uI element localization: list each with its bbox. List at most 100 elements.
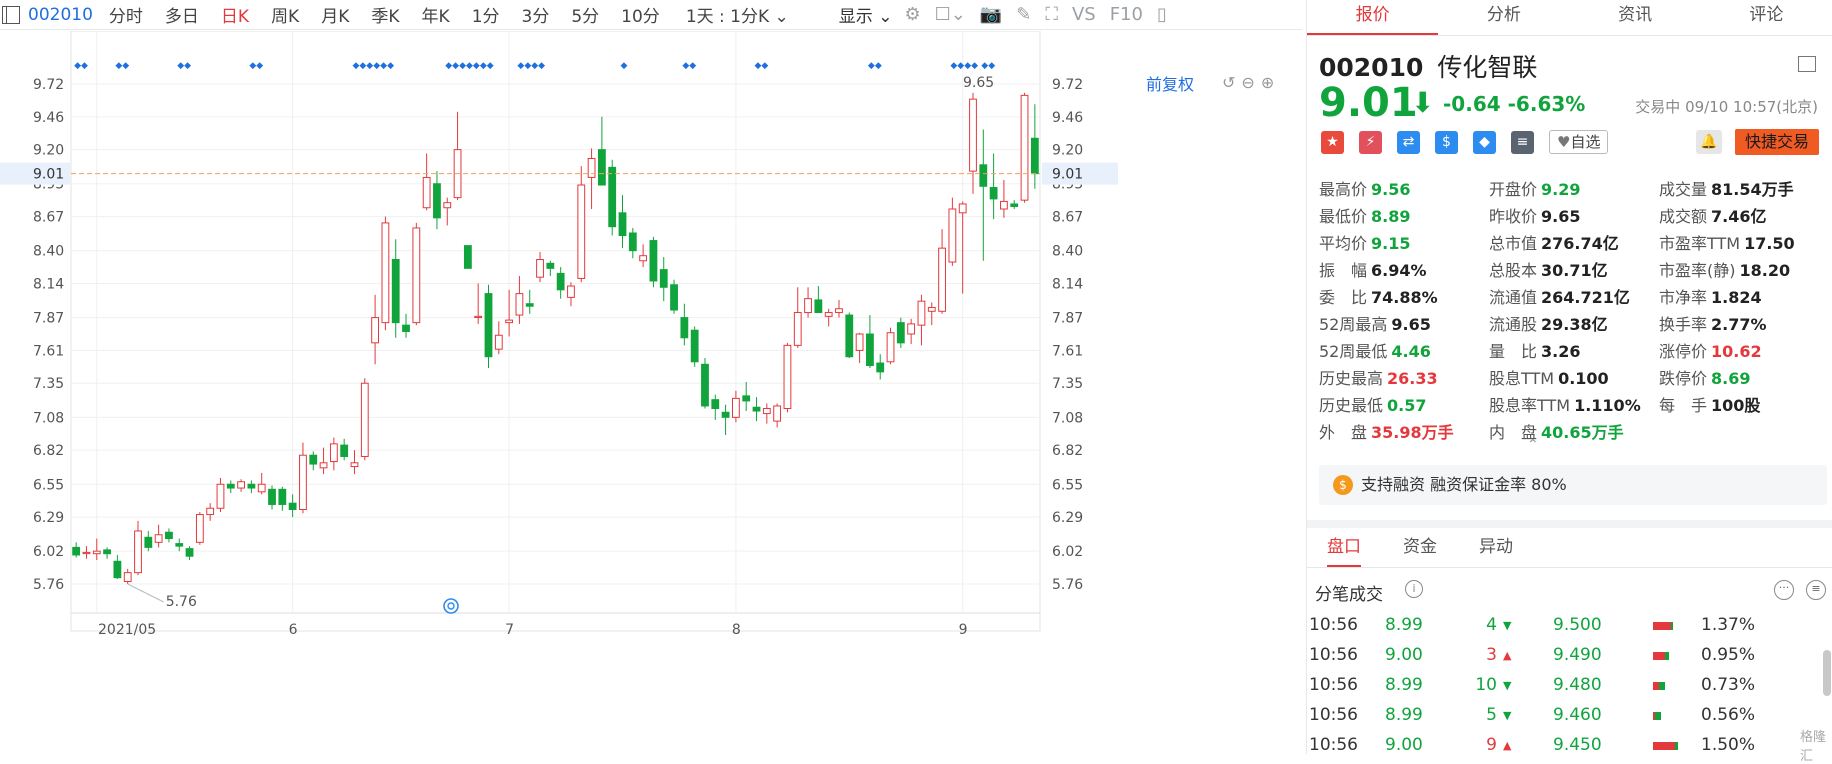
adjust-select-button[interactable]: 前复权 — [1146, 71, 1194, 95]
candle-body[interactable] — [649, 240, 658, 282]
candle-body[interactable] — [969, 98, 977, 172]
tab-10[interactable]: 10分 — [621, 2, 660, 27]
candle-body[interactable] — [278, 488, 287, 505]
sidebar-toggle-icon[interactable] — [2, 5, 20, 24]
candle-body[interactable] — [175, 543, 184, 547]
candle-body[interactable] — [804, 298, 812, 314]
reset-icon[interactable]: ↺ — [1222, 73, 1241, 92]
bottom-tab-1[interactable]: 资金 — [1403, 528, 1437, 567]
candle-body[interactable] — [257, 483, 266, 493]
candle-body[interactable] — [907, 323, 916, 335]
candle-body[interactable] — [866, 333, 874, 367]
candle-body[interactable] — [144, 536, 153, 548]
china-flag-icon[interactable]: ★ — [1321, 130, 1344, 154]
candle-body[interactable] — [577, 184, 586, 279]
candle-body[interactable] — [329, 443, 338, 463]
candle-body[interactable] — [742, 395, 751, 402]
candle-body[interactable] — [989, 187, 998, 200]
candle-body[interactable] — [556, 272, 565, 291]
candle-body[interactable] — [618, 212, 627, 237]
candle-body[interactable] — [680, 317, 689, 339]
f10-button[interactable]: F10 — [1110, 4, 1143, 25]
candle-body[interactable] — [474, 315, 483, 319]
candle-body[interactable] — [134, 530, 142, 574]
menu-icon[interactable] — [1798, 56, 1816, 72]
camera-icon[interactable]: 📷 — [980, 4, 1002, 25]
scrollbar-thumb[interactable] — [1823, 650, 1831, 696]
candle-body[interactable] — [72, 546, 81, 556]
tab-0[interactable]: 分时 — [109, 2, 143, 27]
candle-body[interactable] — [824, 312, 833, 317]
period-select[interactable]: 1天 : 1分K ⌄ — [686, 2, 789, 27]
candle-body[interactable] — [340, 444, 349, 457]
candle-body[interactable] — [659, 269, 668, 288]
candle-body[interactable] — [391, 259, 400, 324]
tab-6[interactable]: 年K — [422, 2, 450, 27]
candle-body[interactable] — [855, 333, 864, 351]
tab-9[interactable]: 5分 — [571, 2, 599, 27]
at-marker-icon[interactable] — [443, 598, 459, 614]
candle-body[interactable] — [381, 222, 390, 324]
event-marker[interactable]: ◆◆ — [74, 61, 88, 71]
candle-body[interactable] — [350, 462, 359, 468]
bell-icon[interactable]: 🔔 — [1696, 130, 1722, 154]
candle-body[interactable] — [319, 462, 328, 469]
candle-body[interactable] — [1030, 137, 1039, 175]
right-tab-1[interactable]: 分析 — [1438, 0, 1569, 35]
tab-8[interactable]: 3分 — [522, 2, 550, 27]
collapse-caret-icon[interactable]: ⌃ — [1527, 437, 1539, 453]
candle-body[interactable] — [597, 149, 606, 186]
candle-body[interactable] — [731, 397, 740, 418]
candle-body[interactable] — [247, 483, 256, 489]
quick-trade-button[interactable]: 快捷交易 — [1735, 129, 1819, 155]
candle-body[interactable] — [1010, 203, 1019, 207]
candle-body[interactable] — [505, 319, 514, 324]
candle-body[interactable] — [752, 406, 761, 412]
event-marker[interactable]: ◆◆ — [755, 61, 769, 71]
event-marker[interactable]: ◆◆ — [981, 61, 995, 71]
candle-body[interactable] — [309, 454, 318, 465]
candle-body[interactable] — [845, 314, 854, 358]
notes-icon[interactable]: ≡ — [1511, 130, 1534, 154]
right-tab-0[interactable]: 报价 — [1307, 0, 1439, 35]
candle-body[interactable] — [443, 202, 452, 209]
candle-body[interactable] — [1000, 200, 1008, 210]
event-marker[interactable]: ◆◆◆◆◆◆◆ — [445, 61, 494, 71]
candle-body[interactable] — [938, 247, 946, 312]
tab-4[interactable]: 月K — [321, 2, 349, 27]
right-tab-2[interactable]: 资讯 — [1570, 0, 1701, 35]
candle-body[interactable] — [185, 548, 194, 557]
candle-body[interactable] — [762, 407, 771, 415]
event-marker[interactable]: ◆◆◆◆◆◆ — [352, 61, 394, 71]
shuffle-icon[interactable]: ⇄ — [1397, 130, 1420, 154]
candle-body[interactable] — [268, 488, 276, 505]
zoom-out-icon[interactable]: ⊖ — [1241, 73, 1260, 92]
lightning-icon[interactable]: ⚡ — [1359, 130, 1382, 154]
event-marker[interactable]: ◆◆ — [249, 61, 263, 71]
candle-body[interactable] — [299, 454, 307, 511]
candle-body[interactable] — [433, 183, 441, 219]
candle-body[interactable] — [711, 399, 720, 409]
candle-body[interactable] — [876, 362, 885, 373]
vs-compare-button[interactable]: VS — [1072, 4, 1096, 25]
bottom-tab-2[interactable]: 异动 — [1479, 528, 1513, 567]
candle-body[interactable] — [567, 285, 575, 298]
candle-body[interactable] — [1020, 94, 1029, 201]
candle-body[interactable] — [886, 332, 895, 363]
candle-body[interactable] — [422, 176, 431, 209]
candle-body[interactable] — [958, 203, 967, 214]
candle-body[interactable] — [783, 344, 792, 409]
candle-body[interactable] — [948, 208, 957, 263]
event-marker[interactable]: ◆◆◆◆ — [517, 61, 545, 71]
event-marker[interactable]: ◆◆ — [868, 61, 882, 71]
panel-toggle-icon[interactable]: ▯ — [1157, 4, 1167, 25]
zoom-in-icon[interactable]: ⊕ — [1261, 73, 1280, 92]
candle-body[interactable] — [927, 306, 936, 312]
candle-body[interactable] — [360, 382, 369, 457]
candle-body[interactable] — [371, 317, 380, 344]
candle-body[interactable] — [917, 300, 926, 326]
candle-body[interactable] — [690, 329, 699, 363]
right-tab-3[interactable]: 评论 — [1701, 0, 1832, 35]
candle-body[interactable] — [237, 481, 245, 489]
candle-body[interactable] — [628, 232, 637, 252]
